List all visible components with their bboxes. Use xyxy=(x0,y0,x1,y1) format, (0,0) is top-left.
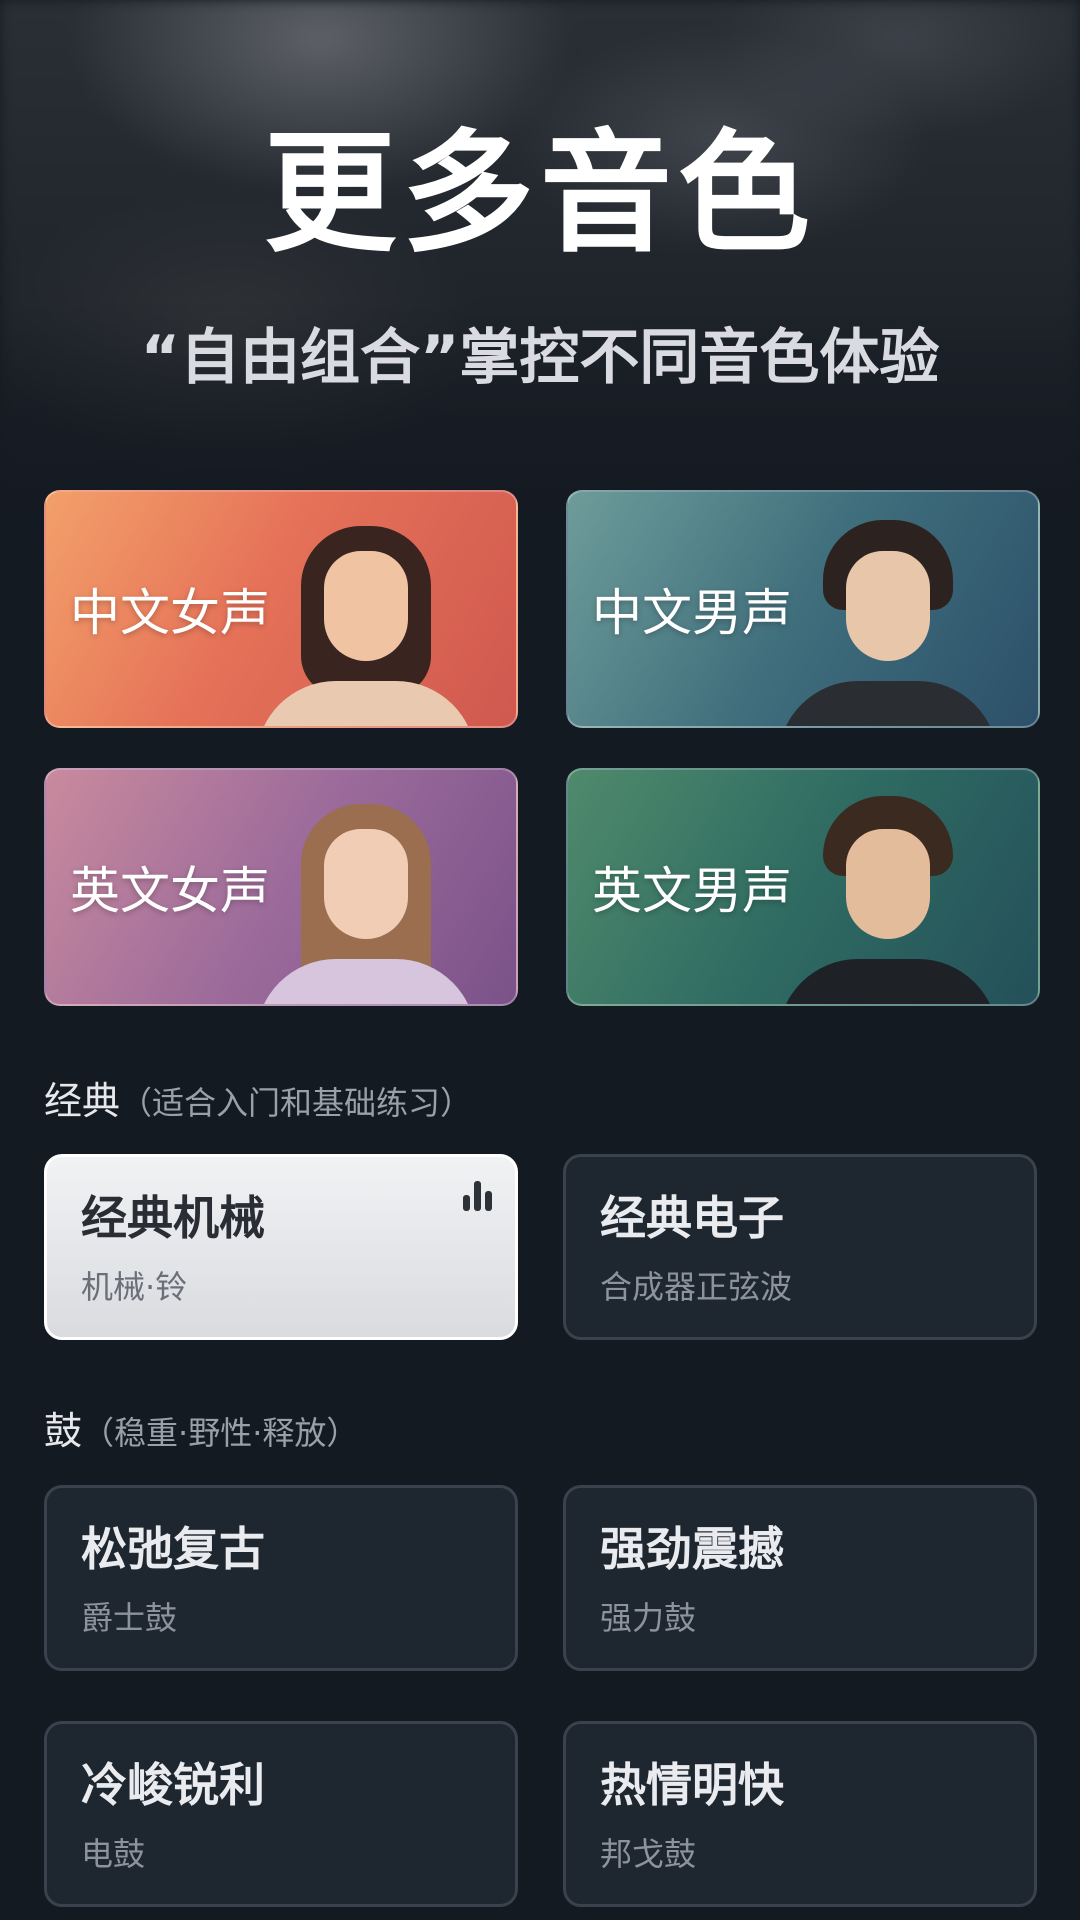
tone-card-classic-electronic[interactable]: 经典电子 合成器正弦波 xyxy=(563,1154,1037,1340)
voice-card-label: 中文男声 xyxy=(592,584,792,642)
voice-card-label: 英文男声 xyxy=(592,862,792,920)
page-subtitle: “自由组合”掌控不同音色体验 xyxy=(140,323,940,393)
page-title: 更多音色 xyxy=(264,117,816,271)
section-header-classic: 经典（适合入门和基础练习） xyxy=(44,1082,472,1120)
tone-card-powerful-shock[interactable]: 强劲震撼 强力鼓 xyxy=(563,1485,1037,1671)
tone-card-warm-bright[interactable]: 热情明快 邦戈鼓 xyxy=(563,1721,1037,1907)
tone-name: 经典机械 xyxy=(81,1191,265,1245)
voice-settings-page: 更多音色 “自由组合”掌控不同音色体验 中文女声 中文男声 英文女声 英文男声 … xyxy=(0,0,1080,1920)
equalizer-bars-icon xyxy=(461,1177,495,1211)
chinese-male-portrait xyxy=(768,496,998,726)
voice-card-label: 中文女声 xyxy=(70,584,270,642)
tone-card-cold-sharp[interactable]: 冷峻锐利 电鼓 xyxy=(44,1721,518,1907)
section-note: （适合入门和基础练习） xyxy=(120,1084,473,1122)
english-male-portrait xyxy=(768,774,998,1004)
section-header-drums: 鼓（稳重·野性·释放） xyxy=(44,1412,358,1450)
voice-card-chinese-male[interactable]: 中文男声 xyxy=(566,490,1040,728)
tone-subtitle: 强力鼓 xyxy=(600,1599,697,1637)
tone-card-classic-mechanical[interactable]: 经典机械 机械·铃 xyxy=(44,1154,518,1340)
tone-card-relaxed-retro[interactable]: 松弛复古 爵士鼓 xyxy=(44,1485,518,1671)
tone-subtitle: 机械·铃 xyxy=(81,1268,188,1306)
section-title: 鼓 xyxy=(44,1409,83,1453)
tone-subtitle: 电鼓 xyxy=(81,1835,146,1873)
tone-name: 冷峻锐利 xyxy=(81,1758,265,1812)
tone-subtitle: 爵士鼓 xyxy=(81,1599,178,1637)
tone-name: 强劲震撼 xyxy=(600,1522,784,1576)
voice-card-chinese-female[interactable]: 中文女声 xyxy=(44,490,518,728)
section-title: 经典 xyxy=(44,1079,121,1123)
english-female-portrait xyxy=(246,774,476,1004)
tone-subtitle: 合成器正弦波 xyxy=(600,1268,793,1306)
tone-name: 松弛复古 xyxy=(81,1522,265,1576)
section-note: （稳重·野性·释放） xyxy=(82,1414,359,1452)
voice-card-english-female[interactable]: 英文女声 xyxy=(44,768,518,1006)
chinese-female-portrait xyxy=(246,496,476,726)
tone-name: 热情明快 xyxy=(600,1758,784,1812)
tone-name: 经典电子 xyxy=(600,1191,784,1245)
tone-subtitle: 邦戈鼓 xyxy=(600,1835,697,1873)
voice-card-english-male[interactable]: 英文男声 xyxy=(566,768,1040,1006)
voice-card-label: 英文女声 xyxy=(70,862,270,920)
